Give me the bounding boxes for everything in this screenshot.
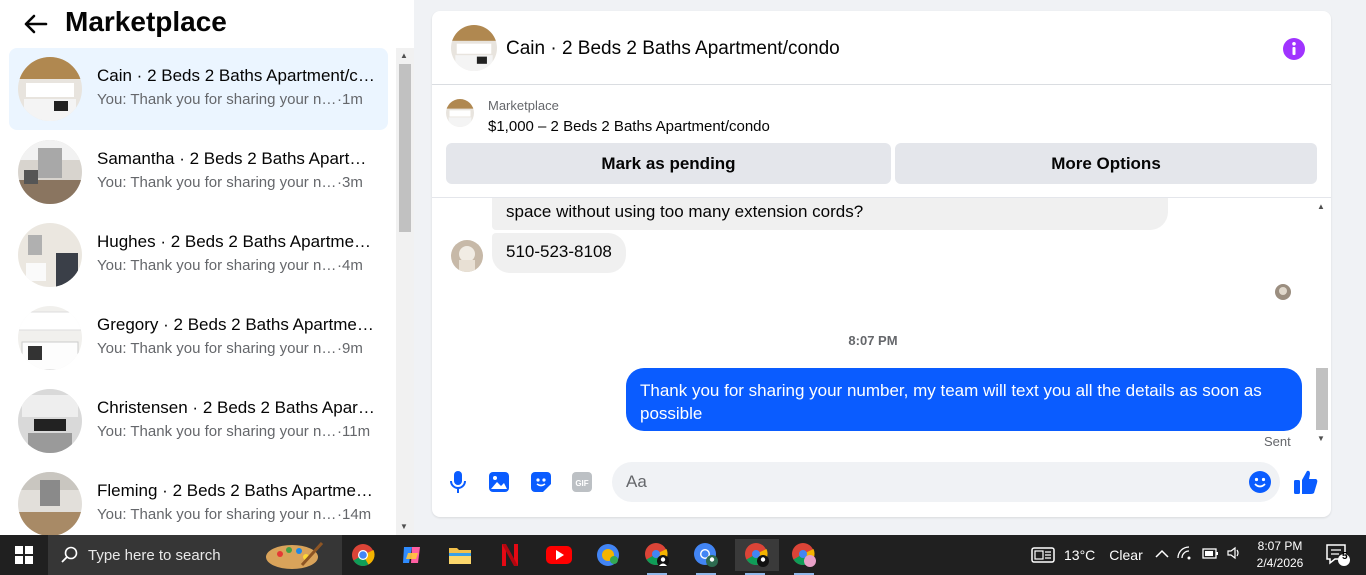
clock-time: 8:07 PM	[1257, 539, 1303, 553]
conversation-name: Cain · 2 Beds 2 Baths Apartment/condo	[97, 66, 377, 85]
sidebar-scrollbar[interactable]: ▲ ▼	[396, 48, 414, 535]
sidebar-header: Marketplace	[0, 0, 414, 48]
taskbar-search-box[interactable]: Type here to search	[48, 535, 342, 575]
youtube-icon[interactable]	[539, 539, 579, 571]
conversation-name: Hughes · 2 Beds 2 Baths Apartment/condo	[97, 232, 377, 251]
message-composer: GIF	[432, 455, 1331, 517]
thumbs-up-icon[interactable]	[1293, 468, 1319, 496]
incoming-message[interactable]: 510-523-8108	[492, 233, 626, 273]
conversation-list: Cain · 2 Beds 2 Baths Apartment/condo Yo…	[0, 48, 396, 535]
gif-icon[interactable]: GIF	[570, 470, 594, 494]
message-status: Sent	[1264, 434, 1291, 449]
conversation-name: Christensen · 2 Beds 2 Baths Apartment/c…	[97, 398, 377, 417]
chat-title[interactable]: Cain · 2 Beds 2 Baths Apartment/condo	[506, 38, 840, 60]
chat-panel: Cain · 2 Beds 2 Baths Apartment/condo Ma…	[432, 11, 1331, 517]
chevron-up-icon[interactable]	[1155, 546, 1169, 564]
battery-icon[interactable]	[1201, 546, 1219, 565]
wifi-icon[interactable]	[1177, 545, 1193, 565]
system-tray	[1155, 535, 1243, 575]
notification-count: 5	[1342, 551, 1348, 562]
chrome-profile-icon[interactable]	[588, 539, 628, 571]
file-explorer-icon[interactable]	[440, 539, 480, 571]
chrome-window-icon[interactable]	[784, 539, 824, 575]
chrome-window-icon[interactable]	[686, 539, 726, 575]
weather-widget[interactable]: 13°C Clear	[1031, 535, 1143, 575]
weather-icon	[1031, 547, 1055, 563]
search-icon	[61, 546, 78, 563]
conversation-item-gregory[interactable]: Gregory · 2 Beds 2 Baths Apartment/condo…	[9, 297, 388, 379]
search-placeholder: Type here to search	[88, 547, 221, 564]
info-icon[interactable]	[1282, 37, 1306, 61]
chat-listing-avatar[interactable]	[451, 25, 497, 71]
marketplace-sidebar: Marketplace Cain · 2 Beds 2 Baths Apartm…	[0, 0, 414, 535]
scroll-up-arrow-icon[interactable]: ▲	[400, 51, 408, 60]
conversation-item-fleming[interactable]: Fleming · 2 Beds 2 Baths Apartment/condo…	[9, 463, 388, 535]
listing-thumbnail	[446, 99, 474, 127]
chrome-window-icon[interactable]	[637, 539, 677, 575]
sticker-icon[interactable]	[529, 470, 553, 494]
conversation-preview: You: Thank you for sharing your number, …	[97, 91, 363, 108]
seen-indicator-avatar	[1275, 284, 1291, 300]
conversation-preview: You: Thank you for sharing your number, …	[97, 174, 363, 191]
photo-icon[interactable]	[487, 470, 511, 494]
message-thread: space without using too many extension c…	[432, 197, 1331, 455]
conversation-name: Gregory · 2 Beds 2 Baths Apartment/condo	[97, 315, 377, 334]
incoming-message: space without using too many extension c…	[492, 198, 1168, 230]
message-scrollbar[interactable]: ▲ ▼	[1313, 198, 1331, 455]
copilot-icon[interactable]	[392, 539, 432, 571]
windows-taskbar: Type here to search 13°C Clear 8:07 PM 2…	[0, 535, 1366, 575]
conversation-preview: You: Thank you for sharing your number, …	[97, 340, 363, 357]
paint-palette-icon	[266, 541, 324, 569]
listing-thumbnail	[18, 140, 82, 204]
chat-header: Cain · 2 Beds 2 Baths Apartment/condo	[432, 11, 1331, 85]
netflix-icon[interactable]	[490, 539, 530, 571]
conversation-item-samantha[interactable]: Samantha · 2 Beds 2 Baths Apartment/cond…	[9, 131, 388, 213]
scroll-down-arrow-icon[interactable]: ▼	[1317, 434, 1325, 443]
conversation-preview: You: Thank you for sharing your number, …	[97, 257, 363, 274]
volume-icon[interactable]	[1227, 546, 1243, 565]
conversation-item-cain[interactable]: Cain · 2 Beds 2 Baths Apartment/condo Yo…	[9, 48, 388, 130]
weather-condition: Clear	[1109, 547, 1143, 563]
scrollbar-thumb[interactable]	[399, 64, 411, 232]
weather-temperature: 13°C	[1064, 547, 1096, 563]
scroll-down-arrow-icon[interactable]: ▼	[400, 522, 408, 531]
listing-thumbnail	[18, 472, 82, 535]
back-arrow-icon[interactable]	[20, 8, 52, 40]
notification-center-icon[interactable]: 5	[1318, 539, 1358, 571]
svg-text:GIF: GIF	[575, 479, 588, 488]
message-timestamp: 8:07 PM	[848, 333, 898, 348]
conversation-preview: You: Thank you for sharing your number, …	[97, 423, 371, 440]
clock-date: 2/4/2026	[1256, 556, 1304, 570]
windows-start-icon[interactable]	[0, 535, 48, 575]
chrome-window-active-icon[interactable]	[735, 539, 779, 575]
listing-thumbnail	[18, 389, 82, 453]
more-options-button[interactable]: More Options	[895, 143, 1317, 184]
mark-as-pending-button[interactable]: Mark as pending	[446, 143, 891, 184]
listing-thumbnail	[18, 57, 82, 121]
chrome-icon[interactable]	[343, 539, 383, 571]
listing-source: Marketplace	[488, 98, 559, 113]
scroll-up-arrow-icon[interactable]: ▲	[1317, 202, 1325, 211]
message-input[interactable]	[612, 462, 1280, 502]
outgoing-message: Thank you for sharing your number, my te…	[626, 368, 1302, 431]
emoji-icon[interactable]	[1248, 470, 1272, 494]
taskbar-clock[interactable]: 8:07 PM 2/4/2026	[1252, 538, 1308, 572]
scrollbar-thumb[interactable]	[1316, 368, 1328, 430]
sender-avatar[interactable]	[451, 240, 483, 272]
listing-thumbnail	[18, 306, 82, 370]
conversation-item-christensen[interactable]: Christensen · 2 Beds 2 Baths Apartment/c…	[9, 380, 388, 462]
listing-banner: Marketplace $1,000 – 2 Beds 2 Baths Apar…	[432, 85, 1331, 197]
microphone-icon[interactable]	[446, 470, 470, 494]
listing-thumbnail	[18, 223, 82, 287]
conversation-item-hughes[interactable]: Hughes · 2 Beds 2 Baths Apartment/condo …	[9, 214, 388, 296]
conversation-preview: You: Thank you for sharing your number, …	[97, 506, 372, 523]
conversation-name: Fleming · 2 Beds 2 Baths Apartment/condo	[97, 481, 377, 500]
conversation-name: Samantha · 2 Beds 2 Baths Apartment/cond…	[97, 149, 377, 168]
listing-price[interactable]: $1,000 – 2 Beds 2 Baths Apartment/condo	[488, 118, 770, 135]
sidebar-title: Marketplace	[65, 6, 227, 37]
